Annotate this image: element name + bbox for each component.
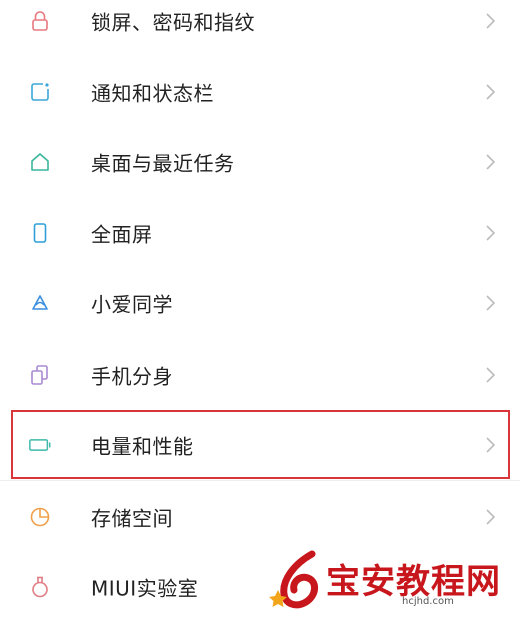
settings-item-label: 桌面与最近任务 (91, 151, 235, 176)
watermark: 宝安教程网 hcjhd.com (268, 548, 520, 613)
chevron-right-icon (486, 509, 496, 525)
chevron-right-icon (486, 225, 496, 241)
chevron-right-icon (486, 13, 496, 29)
watermark-logo (269, 550, 318, 609)
settings-item-notifications[interactable]: 通知和状态栏 (0, 57, 520, 127)
divider (0, 480, 520, 481)
storage-icon (28, 505, 52, 529)
settings-item-label: 手机分身 (91, 364, 173, 389)
notification-icon (28, 80, 52, 104)
chevron-right-icon (486, 295, 496, 311)
chevron-right-icon (486, 154, 496, 170)
chevron-right-icon (486, 367, 496, 383)
watermark-url: hcjhd.com (402, 596, 454, 607)
settings-item-label: 存储空间 (91, 506, 173, 531)
xiaoai-icon (28, 291, 52, 315)
settings-item-second-space[interactable]: 手机分身 (0, 340, 520, 410)
settings-item-label: 小爱同学 (91, 292, 173, 317)
highlight-box (11, 410, 510, 479)
settings-item-label: 全面屏 (91, 222, 153, 247)
home-icon (28, 150, 52, 174)
lock-icon (28, 9, 52, 33)
settings-item-full-screen[interactable]: 全面屏 (0, 198, 520, 268)
settings-item-storage[interactable]: 存储空间 (0, 482, 520, 552)
chevron-right-icon (486, 84, 496, 100)
settings-item-lock-screen[interactable]: 锁屏、密码和指纹 (0, 0, 520, 56)
flask-icon (28, 575, 52, 599)
phone-icon (28, 221, 52, 245)
settings-item-label: MIUI实验室 (91, 576, 199, 601)
settings-item-desktop[interactable]: 桌面与最近任务 (0, 127, 520, 197)
settings-item-label: 通知和状态栏 (91, 81, 214, 106)
settings-item-xiaoai[interactable]: 小爱同学 (0, 268, 520, 338)
dual-phone-icon (28, 363, 52, 387)
settings-item-label: 锁屏、密码和指纹 (91, 10, 255, 35)
